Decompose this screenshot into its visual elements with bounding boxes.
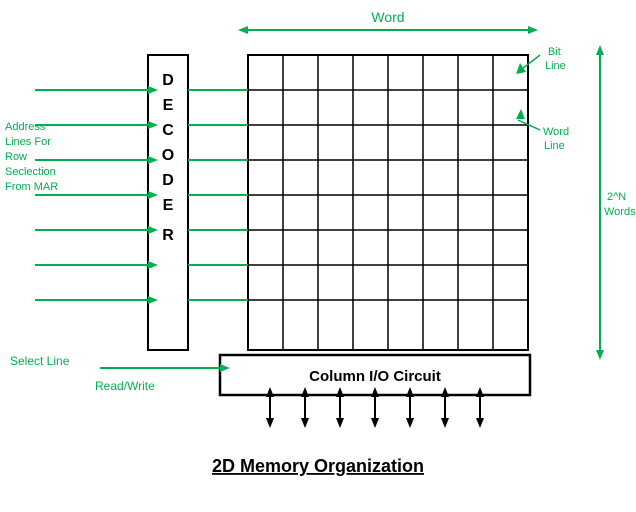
svg-text:O: O xyxy=(162,147,174,164)
svg-text:E: E xyxy=(163,197,174,214)
svg-text:Line: Line xyxy=(544,140,565,152)
diagram-title: 2D Memory Organization xyxy=(212,456,424,476)
decoder-label: D xyxy=(162,72,174,89)
address-lines-label: Address xyxy=(5,121,46,133)
bit-line-label: Bit xyxy=(548,46,561,58)
word-line-label: Word xyxy=(543,126,569,138)
word-label: Word xyxy=(371,9,404,25)
svg-text:From MAR: From MAR xyxy=(5,181,58,193)
svg-text:E: E xyxy=(163,97,174,114)
svg-text:C: C xyxy=(162,122,174,139)
svg-text:Row: Row xyxy=(5,151,27,163)
svg-text:D: D xyxy=(162,172,174,189)
two-n-words-label: 2^N xyxy=(607,191,626,203)
svg-text:Lines For: Lines For xyxy=(5,136,51,148)
svg-text:Words: Words xyxy=(604,206,636,218)
svg-text:R: R xyxy=(162,227,174,244)
read-write-label: Read/Write xyxy=(95,379,155,393)
diagram-canvas: D E C O D E R Address Lines For Row Secl… xyxy=(0,0,636,512)
svg-text:Line: Line xyxy=(545,60,566,72)
column-io-label: Column I/O Circuit xyxy=(309,368,441,385)
select-line-label: Select Line xyxy=(10,354,70,368)
svg-text:Seclection: Seclection xyxy=(5,166,56,178)
